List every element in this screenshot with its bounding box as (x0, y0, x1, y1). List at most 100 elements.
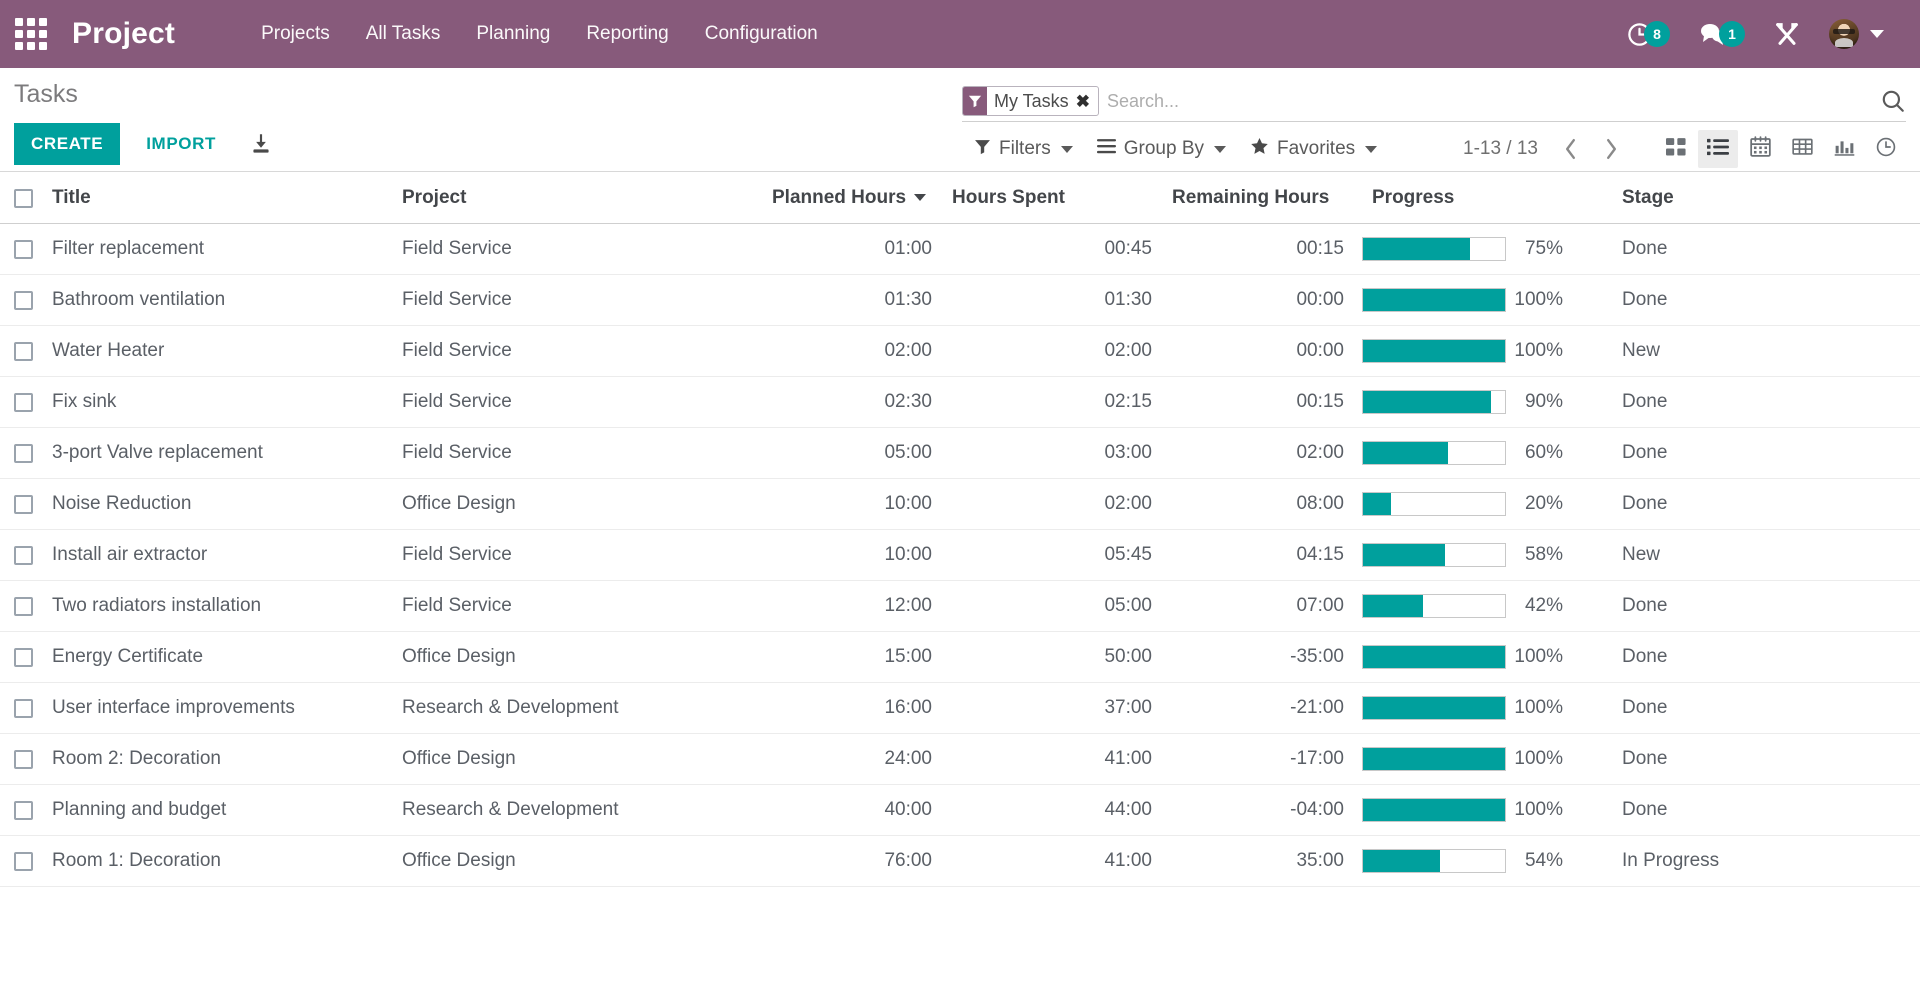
breadcrumb[interactable]: Tasks (0, 68, 78, 109)
chevron-down-icon (1060, 145, 1073, 153)
row-select-cell[interactable] (0, 580, 42, 632)
menu-item-configuration[interactable]: Configuration (687, 13, 836, 55)
cell-title[interactable]: Noise Reduction (42, 478, 392, 530)
app-brand-title[interactable]: Project (72, 17, 175, 51)
cell-hours-spent: 37:00 (942, 682, 1162, 734)
row-select-cell[interactable] (0, 478, 42, 530)
row-select-cell[interactable] (0, 427, 42, 479)
debug-menu-button[interactable] (1759, 0, 1815, 68)
magnifier-icon[interactable] (1872, 88, 1906, 114)
column-header-project[interactable]: Project (392, 172, 762, 224)
row-select-cell[interactable] (0, 223, 42, 275)
menu-item-planning[interactable]: Planning (458, 13, 568, 55)
import-button[interactable]: IMPORT (132, 123, 230, 165)
checkbox-icon[interactable] (14, 494, 33, 514)
row-select-cell[interactable] (0, 682, 42, 734)
search-input[interactable] (1098, 90, 1872, 112)
table-row[interactable]: Energy Certificate Office Design 15:00 50:0… (0, 631, 1920, 683)
row-select-cell[interactable] (0, 631, 42, 683)
close-x-icon[interactable]: ✖ (1076, 93, 1090, 110)
view-button-list[interactable] (1698, 130, 1738, 168)
checkbox-icon[interactable] (14, 341, 33, 361)
messages-button[interactable]: 1 (1684, 0, 1759, 68)
cell-title[interactable]: Install air extractor (42, 529, 392, 581)
view-button-graph[interactable] (1824, 130, 1864, 168)
checkbox-icon[interactable] (14, 188, 33, 208)
table-row[interactable]: Filter replacement Field Service 01:00 00:4… (0, 223, 1920, 275)
cell-title[interactable]: Room 1: Decoration (42, 835, 392, 887)
checkbox-icon[interactable] (14, 647, 33, 667)
checkbox-icon[interactable] (14, 545, 33, 565)
user-menu-button[interactable] (1815, 0, 1898, 68)
checkbox-icon[interactable] (14, 392, 33, 412)
column-header-hours-spent[interactable]: Hours Spent (942, 172, 1162, 224)
table-row[interactable]: Planning and budget Research & Developmen… (0, 784, 1920, 836)
table-row[interactable]: Water Heater Field Service 02:00 02:00 00:00… (0, 325, 1920, 377)
apps-grid-icon[interactable] (14, 17, 48, 51)
checkbox-icon[interactable] (14, 290, 33, 310)
cell-title[interactable]: Planning and budget (42, 784, 392, 836)
checkbox-icon[interactable] (14, 698, 33, 718)
column-header-progress[interactable]: Progress (1362, 172, 1612, 224)
row-select-cell[interactable] (0, 784, 42, 836)
cell-remaining-hours: 00:00 (1162, 325, 1362, 377)
view-button-calendar[interactable] (1740, 130, 1780, 168)
cell-title[interactable]: Room 2: Decoration (42, 733, 392, 785)
cell-title[interactable]: Fix sink (42, 376, 392, 428)
download-export-icon[interactable] (248, 131, 274, 157)
stage-label: In Progress (1622, 850, 1720, 871)
row-select-cell[interactable] (0, 733, 42, 785)
cell-title[interactable]: User interface improvements (42, 682, 392, 734)
checkbox-icon[interactable] (14, 239, 33, 259)
activities-button[interactable]: 8 (1612, 0, 1684, 68)
view-button-kanban[interactable] (1656, 130, 1696, 168)
row-select-cell[interactable] (0, 325, 42, 377)
table-row[interactable]: Room 1: Decoration Office Design 76:00 41:0… (0, 835, 1920, 887)
checkbox-icon[interactable] (14, 749, 33, 769)
menu-item-projects[interactable]: Projects (243, 13, 348, 55)
row-select-cell[interactable] (0, 835, 42, 887)
favorites-dropdown[interactable]: Favorites (1238, 131, 1389, 168)
table-row[interactable]: Install air extractor Field Service 10:00 0… (0, 529, 1920, 581)
pager-next-button[interactable] (1593, 134, 1630, 164)
cell-title[interactable]: 3-port Valve replacement (42, 427, 392, 479)
progress-bar (1362, 543, 1506, 567)
checkbox-icon[interactable] (14, 596, 33, 616)
progress-percent-label: 20% (1524, 493, 1563, 514)
menu-item-all-tasks[interactable]: All Tasks (348, 13, 459, 55)
cell-title[interactable]: Water Heater (42, 325, 392, 377)
view-button-activity[interactable] (1866, 130, 1906, 168)
table-row[interactable]: User interface improvements Research & De… (0, 682, 1920, 734)
table-row[interactable]: 3-port Valve replacement Field Service 05:… (0, 427, 1920, 479)
checkbox-icon[interactable] (14, 800, 33, 820)
bar-chart-icon (1834, 136, 1855, 162)
table-row[interactable]: Room 2: Decoration Office Design 24:00 41:0… (0, 733, 1920, 785)
table-row[interactable]: Noise Reduction Office Design 10:00 02:00 08… (0, 478, 1920, 530)
select-all-header[interactable] (0, 172, 42, 224)
cell-title[interactable]: Bathroom ventilation (42, 274, 392, 326)
column-header-remaining-hours[interactable]: Remaining Hours (1162, 172, 1362, 224)
table-row[interactable]: Two radiators installation Field Service 1… (0, 580, 1920, 632)
checkbox-icon[interactable] (14, 851, 33, 871)
cell-title[interactable]: Two radiators installation (42, 580, 392, 632)
groupby-dropdown[interactable]: Group By (1085, 132, 1238, 167)
filters-dropdown[interactable]: Filters (962, 132, 1085, 167)
cell-title[interactable]: Filter replacement (42, 223, 392, 275)
create-button[interactable]: CREATE (14, 123, 121, 165)
column-header-planned-hours[interactable]: Planned Hours (762, 172, 942, 224)
cell-stage: In Progress (1612, 835, 1920, 887)
progress-percent-label: 100% (1514, 289, 1563, 310)
column-header-stage[interactable]: Stage (1612, 172, 1920, 224)
table-row[interactable]: Fix sink Field Service 02:30 02:15 00:15 90% D… (0, 376, 1920, 428)
table-row[interactable]: Bathroom ventilation Field Service 01:30 01… (0, 274, 1920, 326)
menu-item-reporting[interactable]: Reporting (568, 13, 686, 55)
column-header-title[interactable]: Title (42, 172, 392, 224)
search-facet-my-tasks[interactable]: My Tasks ✖ (962, 86, 1099, 116)
row-select-cell[interactable] (0, 274, 42, 326)
pager-previous-button[interactable] (1552, 134, 1589, 164)
row-select-cell[interactable] (0, 376, 42, 428)
view-button-pivot[interactable] (1782, 130, 1822, 168)
cell-title[interactable]: Energy Certificate (42, 631, 392, 683)
checkbox-icon[interactable] (14, 443, 33, 463)
row-select-cell[interactable] (0, 529, 42, 581)
